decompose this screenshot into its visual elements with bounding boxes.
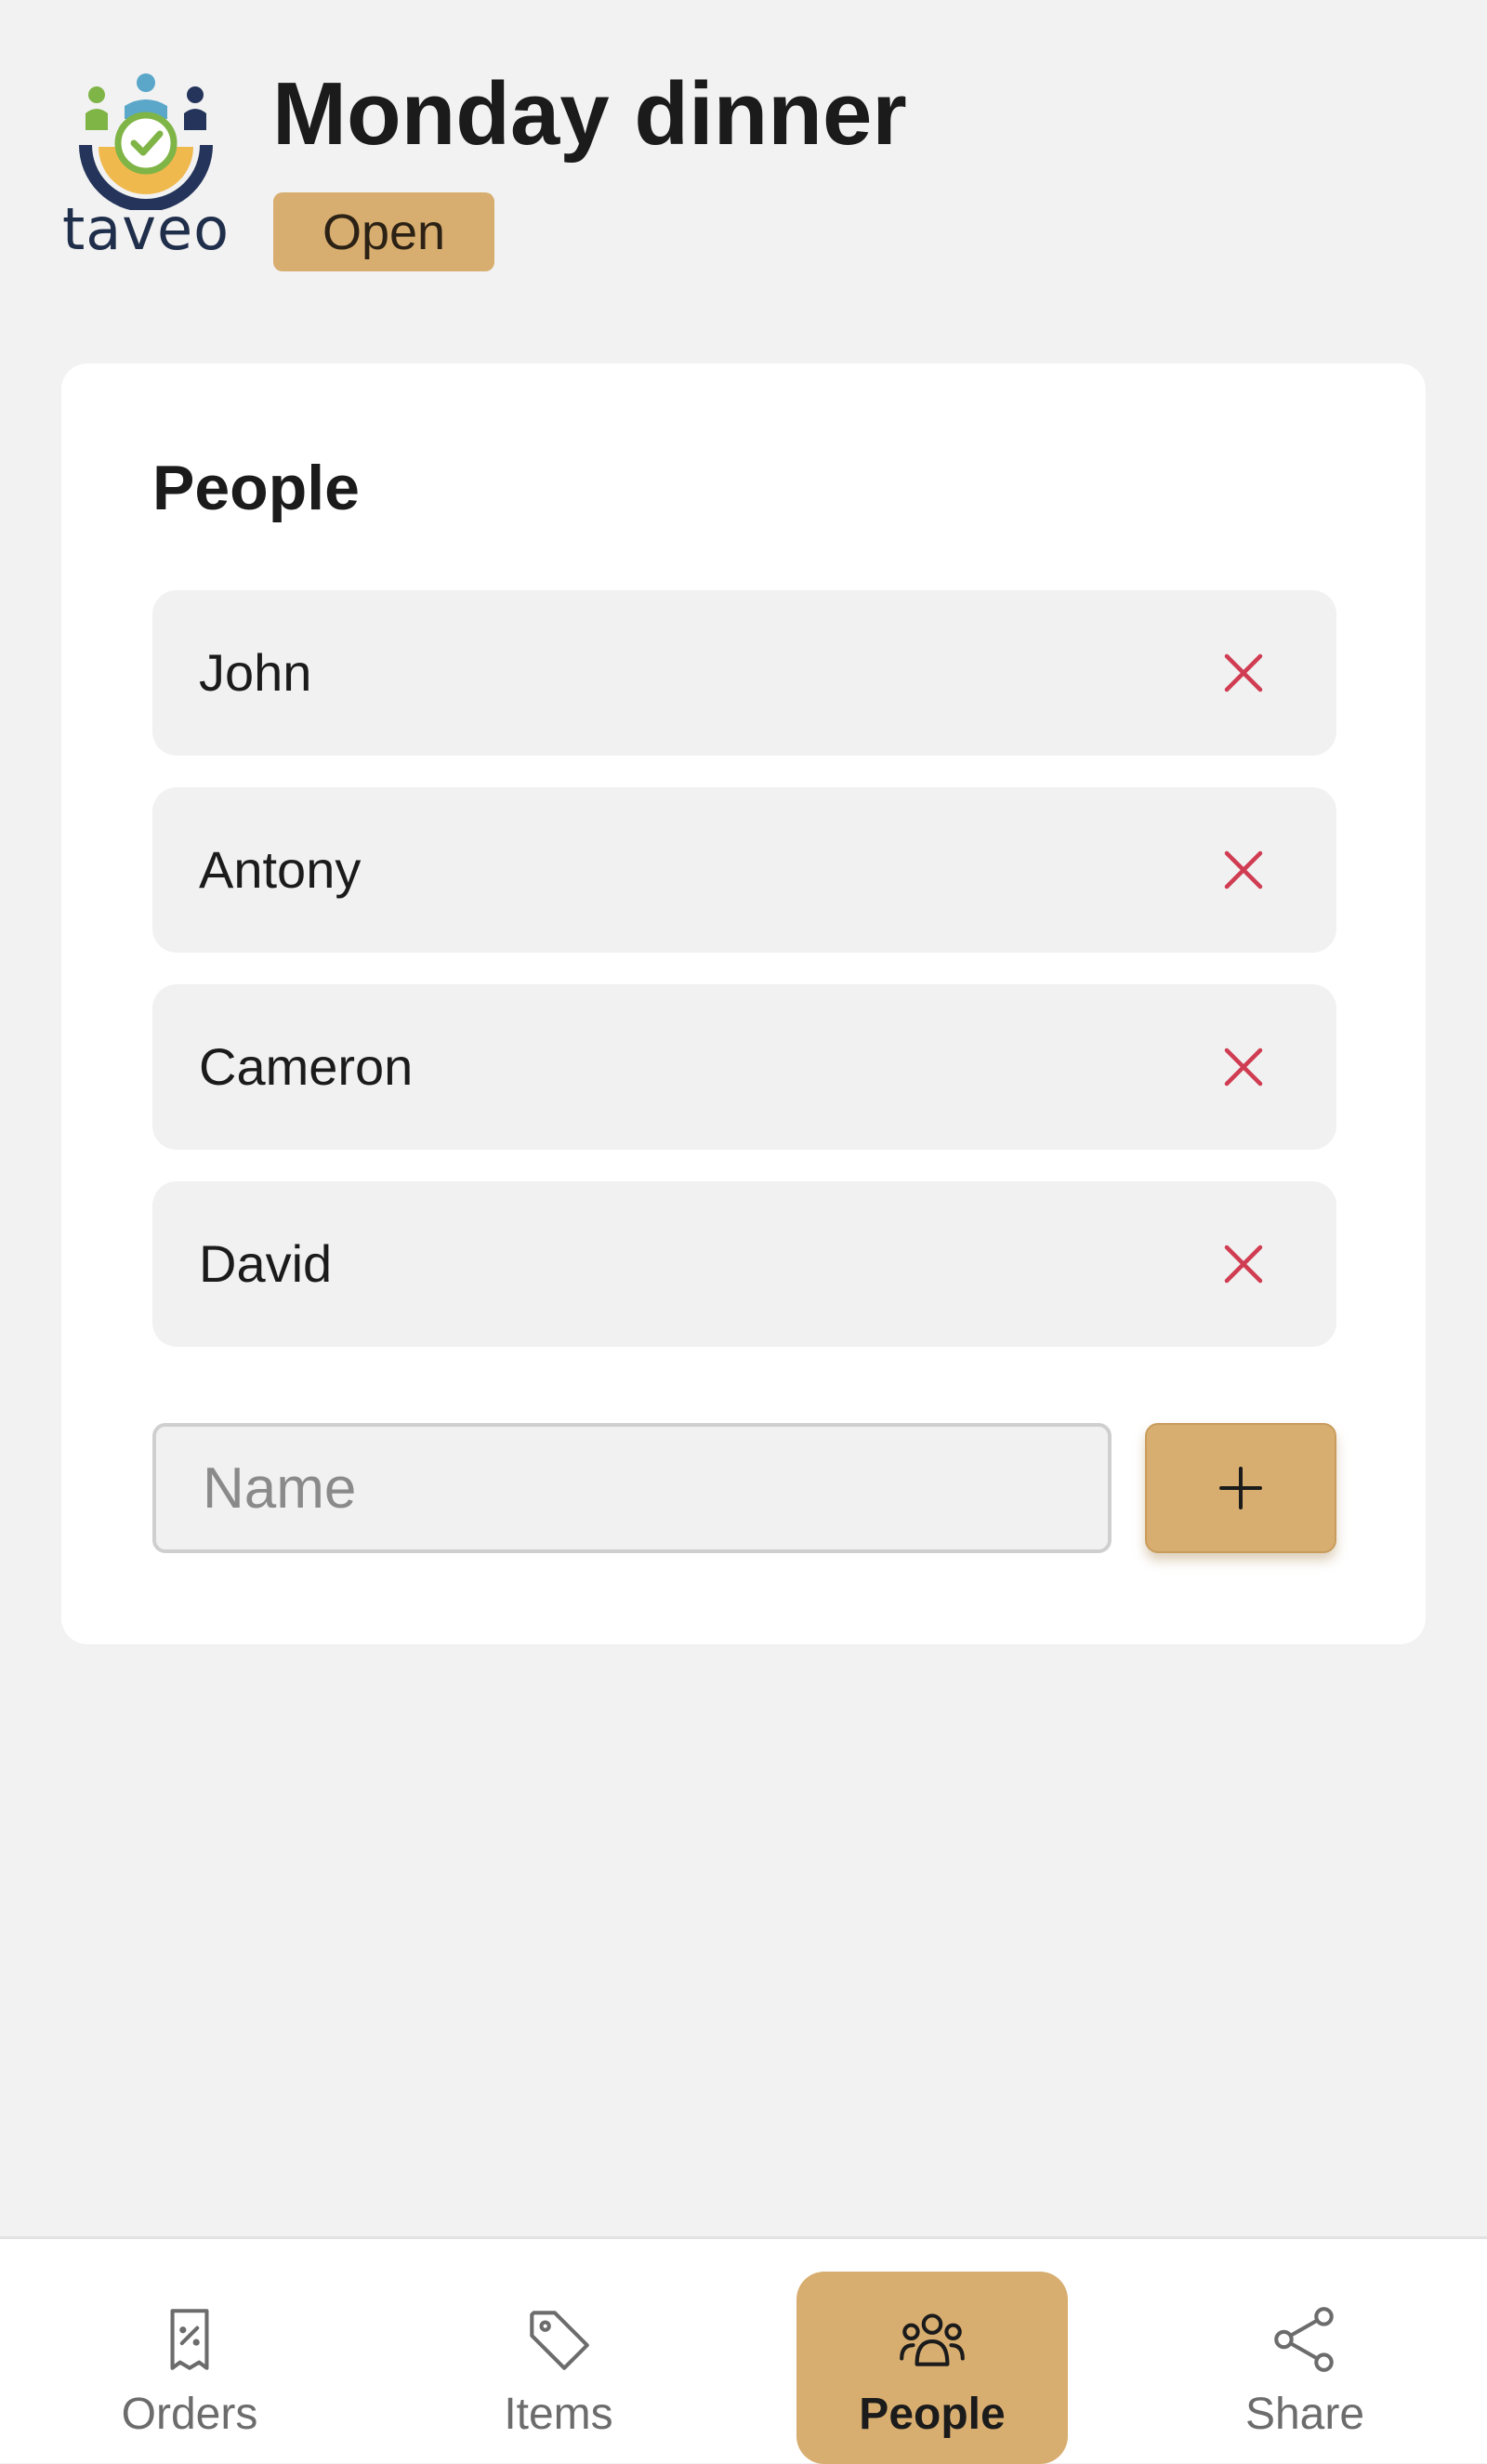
name-input[interactable] <box>152 1423 1112 1553</box>
remove-person-button[interactable] <box>1206 636 1281 710</box>
remove-person-button[interactable] <box>1206 1030 1281 1104</box>
person-row: Antony <box>152 787 1336 953</box>
person-name: David <box>199 1234 333 1293</box>
tab-people[interactable]: People <box>796 2272 1068 2464</box>
taveo-logo-icon <box>79 73 213 210</box>
close-icon <box>1224 1245 1263 1284</box>
plus-icon <box>1219 1467 1262 1509</box>
close-icon <box>1224 653 1263 692</box>
tag-icon <box>530 2311 589 2370</box>
tab-label: Share <box>1244 2390 1365 2439</box>
close-icon <box>1224 850 1263 889</box>
tab-label: Orders <box>121 2390 258 2439</box>
section-title: People <box>152 453 360 523</box>
people-icon <box>900 2313 965 2366</box>
person-name: Cameron <box>199 1037 414 1096</box>
tab-share[interactable]: Share <box>1169 2272 1441 2464</box>
share-icon <box>1274 2307 1334 2372</box>
people-card: People John Antony Cameron David <box>61 363 1426 1644</box>
tab-label: People <box>859 2390 1006 2439</box>
person-name: Antony <box>199 840 362 899</box>
tab-orders[interactable]: Orders <box>54 2272 325 2464</box>
remove-person-button[interactable] <box>1206 833 1281 907</box>
receipt-icon <box>170 2309 209 2370</box>
bottom-tab-bar: Orders Items People Share <box>0 2236 1487 2464</box>
tab-label: Items <box>504 2390 613 2439</box>
app-header: taveo Monday dinner Open <box>0 0 1487 335</box>
close-icon <box>1224 1048 1263 1087</box>
tab-items[interactable]: Items <box>423 2272 694 2464</box>
status-badge: Open <box>273 192 494 271</box>
person-name: John <box>199 643 312 702</box>
page-title: Monday dinner <box>272 64 907 164</box>
person-row: John <box>152 590 1336 756</box>
remove-person-button[interactable] <box>1206 1227 1281 1301</box>
person-row: David <box>152 1181 1336 1347</box>
logo-text: taveo <box>61 195 230 263</box>
add-person-button[interactable] <box>1145 1423 1336 1553</box>
person-row: Cameron <box>152 984 1336 1150</box>
app-logo: taveo <box>58 72 234 268</box>
